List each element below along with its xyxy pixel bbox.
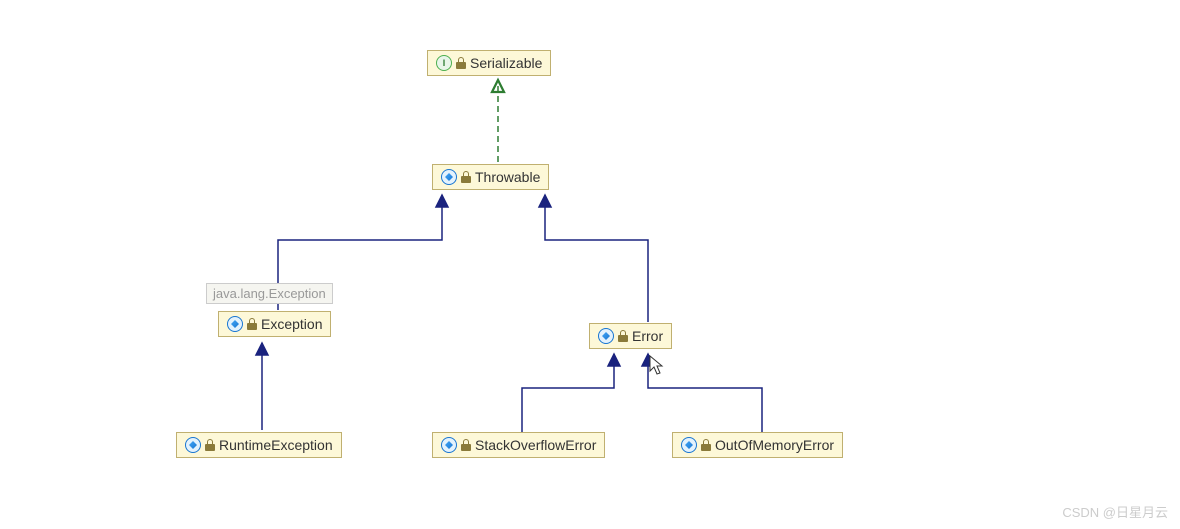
lock-icon xyxy=(701,439,711,451)
tooltip-text: java.lang.Exception xyxy=(213,286,326,301)
node-label: Exception xyxy=(261,316,322,332)
lock-icon xyxy=(247,318,257,330)
node-exception[interactable]: Exception xyxy=(218,311,331,337)
node-label: Error xyxy=(632,328,663,344)
class-icon xyxy=(441,169,457,185)
class-icon xyxy=(227,316,243,332)
tooltip-exception: java.lang.Exception xyxy=(206,283,333,304)
class-hierarchy-diagram: I Serializable Throwable java.lang.Excep… xyxy=(0,0,1180,529)
class-icon xyxy=(441,437,457,453)
interface-icon: I xyxy=(436,55,452,71)
watermark-text: CSDN @日星月云 xyxy=(1062,502,1168,521)
node-runtimeexception[interactable]: RuntimeException xyxy=(176,432,342,458)
node-serializable[interactable]: I Serializable xyxy=(427,50,551,76)
node-outofmemoryerror[interactable]: OutOfMemoryError xyxy=(672,432,843,458)
class-icon xyxy=(598,328,614,344)
mouse-cursor-icon xyxy=(649,355,665,377)
class-icon xyxy=(185,437,201,453)
lock-icon xyxy=(456,57,466,69)
node-stackoverflowerror[interactable]: StackOverflowError xyxy=(432,432,605,458)
node-label: RuntimeException xyxy=(219,437,333,453)
lock-icon xyxy=(461,171,471,183)
node-error[interactable]: Error xyxy=(589,323,672,349)
node-label: Serializable xyxy=(470,55,542,71)
lock-icon xyxy=(618,330,628,342)
class-icon xyxy=(681,437,697,453)
node-throwable[interactable]: Throwable xyxy=(432,164,549,190)
node-label: OutOfMemoryError xyxy=(715,437,834,453)
lock-icon xyxy=(461,439,471,451)
lock-icon xyxy=(205,439,215,451)
node-label: StackOverflowError xyxy=(475,437,596,453)
node-label: Throwable xyxy=(475,169,540,185)
